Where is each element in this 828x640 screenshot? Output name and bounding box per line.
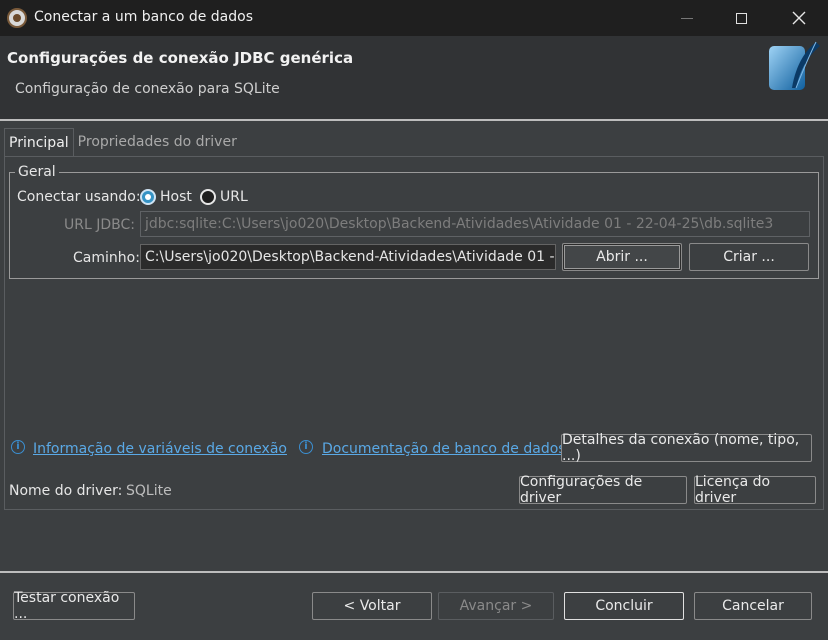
tab-bar: Principal Propriedades do driver bbox=[4, 128, 241, 156]
driver-settings-button[interactable]: Configurações de driver bbox=[519, 474, 687, 506]
driver-name-label: Nome do driver: bbox=[9, 483, 123, 499]
maximize-button[interactable] bbox=[718, 0, 764, 36]
path-field[interactable]: C:\Users\jo020\Desktop\Backend-Atividade… bbox=[140, 244, 556, 270]
back-button[interactable]: < Voltar bbox=[312, 592, 432, 620]
finish-button[interactable]: Concluir bbox=[564, 592, 684, 620]
cancel-button[interactable]: Cancelar bbox=[694, 592, 812, 620]
wizard-header: Configurações de conexão JDBC genérica C… bbox=[0, 36, 828, 120]
info-icon: i bbox=[299, 440, 313, 454]
tab-principal[interactable]: Principal bbox=[4, 128, 74, 156]
database-docs-link[interactable]: Documentação de banco de dados bbox=[322, 441, 566, 457]
footer-divider bbox=[0, 571, 828, 573]
jdbc-url-label: URL JDBC: bbox=[64, 217, 135, 233]
driver-name-value: SQLite bbox=[126, 483, 172, 499]
open-file-button[interactable]: Abrir ... bbox=[562, 243, 682, 271]
next-button: Avançar > bbox=[438, 592, 554, 620]
connection-variables-link[interactable]: Informação de variáveis de conexão bbox=[33, 441, 287, 457]
radio-url-label[interactable]: URL bbox=[220, 189, 248, 205]
dbeaver-beaver-icon bbox=[7, 8, 27, 28]
tab-driver-properties[interactable]: Propriedades do driver bbox=[73, 128, 241, 156]
sqlite-feather-icon bbox=[769, 41, 820, 90]
minimize-button[interactable] bbox=[664, 0, 710, 36]
header-divider bbox=[0, 119, 828, 121]
jdbc-url-field: jdbc:sqlite:C:\Users\jo020\Desktop\Backe… bbox=[140, 211, 810, 237]
path-label: Caminho: bbox=[73, 250, 140, 266]
driver-license-button[interactable]: Licença do driver bbox=[694, 474, 816, 506]
page-title: Configurações de conexão JDBC genérica bbox=[7, 49, 354, 67]
radio-host-label[interactable]: Host bbox=[160, 189, 192, 205]
close-icon bbox=[792, 11, 806, 25]
general-group-legend: Geral bbox=[15, 164, 59, 180]
radio-host[interactable] bbox=[140, 189, 156, 205]
close-button[interactable] bbox=[776, 0, 822, 36]
page-subtitle: Configuração de conexão para SQLite bbox=[15, 81, 280, 97]
connect-using-label: Conectar usando: bbox=[17, 189, 141, 205]
create-file-button[interactable]: Criar ... bbox=[689, 243, 809, 271]
title-bar: Conectar a um banco de dados bbox=[0, 0, 828, 36]
maximize-icon bbox=[735, 12, 747, 24]
window-title: Conectar a um banco de dados bbox=[34, 9, 254, 25]
connection-details-button[interactable]: Detalhes da conexão (nome, tipo, ...) bbox=[561, 432, 812, 464]
minimize-icon bbox=[681, 17, 693, 19]
test-connection-button[interactable]: Testar conexão ... bbox=[13, 590, 135, 622]
info-icon: i bbox=[11, 440, 25, 454]
radio-url[interactable] bbox=[200, 189, 216, 205]
